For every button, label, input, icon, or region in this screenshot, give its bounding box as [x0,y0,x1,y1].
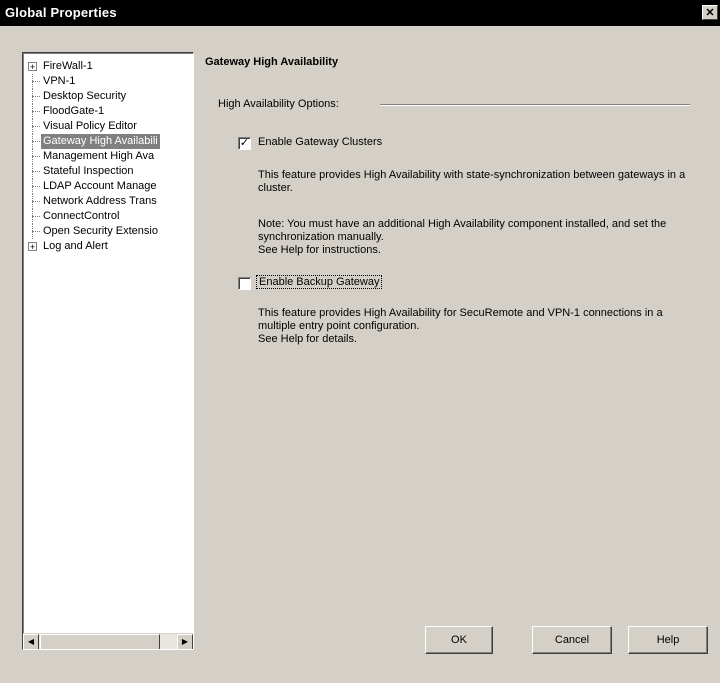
tree-item[interactable]: Stateful Inspection [23,164,193,179]
tree-connector [32,171,40,172]
window-title: Global Properties [5,5,117,20]
backup-description: This feature provides High Availability … [258,307,663,332]
tree-connector [32,81,40,82]
tree-connector [32,186,40,187]
clusters-help-hint: See Help for instructions. [258,244,381,256]
tree-connector [32,126,40,127]
arrow-left-icon: ◀ [27,637,35,646]
tree-item-label: FireWall-1 [43,60,93,72]
tree-item[interactable]: VPN-1 [23,74,193,89]
page-title: Gateway High Availability [205,56,339,68]
tree-connector [32,216,40,217]
tree-connector [32,96,40,97]
tree-item[interactable]: ConnectControl [23,209,193,224]
tree-item[interactable]: Desktop Security [23,89,193,104]
horizontal-scrollbar[interactable]: ◀ ▶ [23,633,193,649]
tree-item-label: Open Security Extensio [43,225,158,237]
tree-item-label: Stateful Inspection [43,165,134,177]
tree-list: + FireWall-1 VPN-1 Desktop Security FloodGat… [23,59,193,254]
scroll-thumb[interactable] [40,634,160,649]
enable-gateway-clusters-checkbox[interactable]: ✓ [238,137,251,150]
group-divider [380,104,690,106]
scroll-right-button[interactable]: ▶ [177,634,193,649]
tree-item-label: Visual Policy Editor [43,120,137,132]
tree-item[interactable]: + FireWall-1 [23,59,193,74]
tree-item-label: ConnectControl [43,210,120,222]
tree-item-label: Network Address Trans [43,195,157,207]
check-icon: ✓ [239,137,250,149]
tree-connector [32,141,40,142]
backup-help-hint: See Help for details. [258,333,358,345]
expand-icon[interactable]: + [28,62,37,72]
tree-item[interactable]: Network Address Trans [23,194,193,209]
category-tree[interactable]: + FireWall-1 VPN-1 Desktop Security FloodGat… [22,52,194,650]
tree-item[interactable]: Open Security Extensio [23,224,193,239]
enable-backup-gateway-checkbox[interactable] [238,277,251,290]
clusters-description: This feature provides High Availability … [258,169,686,194]
tree-item[interactable]: + Log and Alert [23,239,193,254]
close-button[interactable]: ✕ [702,5,718,20]
tree-connector [32,201,40,202]
tree-item-label: FloodGate-1 [43,105,105,117]
tree-item[interactable]: Visual Policy Editor [23,119,193,134]
tree-item-label: Gateway High Availabili [41,134,160,149]
tree-item[interactable]: FloodGate-1 [23,104,193,119]
tree-item[interactable]: LDAP Account Manage [23,179,193,194]
enable-backup-gateway-label[interactable]: Enable Backup Gateway [256,275,383,289]
close-icon: ✕ [705,7,715,19]
tree-item-label: Desktop Security [43,90,127,102]
tree-connector [32,156,40,157]
tree-item-label: LDAP Account Manage [43,180,157,192]
tree-item-label: Log and Alert [43,240,108,252]
tree-connector [32,231,40,232]
settings-page: Gateway High Availability High Availabil… [205,52,705,612]
global-properties-dialog: Global Properties ✕ + FireWall-1 VPN-1 Desk… [0,0,720,683]
tree-connector [32,111,40,112]
help-button[interactable]: Help [628,626,708,654]
title-bar[interactable]: Global Properties ✕ [0,0,720,26]
tree-item[interactable]: Management High Ava [23,149,193,164]
ok-button[interactable]: OK [425,626,493,654]
tree-item-label: VPN-1 [43,75,76,87]
clusters-note: Note: You must have an additional High A… [258,218,667,243]
enable-gateway-clusters-label[interactable]: Enable Gateway Clusters [258,136,382,148]
cancel-button[interactable]: Cancel [532,626,612,654]
expand-icon[interactable]: + [28,242,37,252]
group-label: High Availability Options: [218,98,339,110]
arrow-right-icon: ▶ [181,637,189,646]
tree-item-label: Management High Ava [43,150,155,162]
scroll-left-button[interactable]: ◀ [23,634,39,649]
tree-item[interactable]: Gateway High Availabili [23,134,193,149]
